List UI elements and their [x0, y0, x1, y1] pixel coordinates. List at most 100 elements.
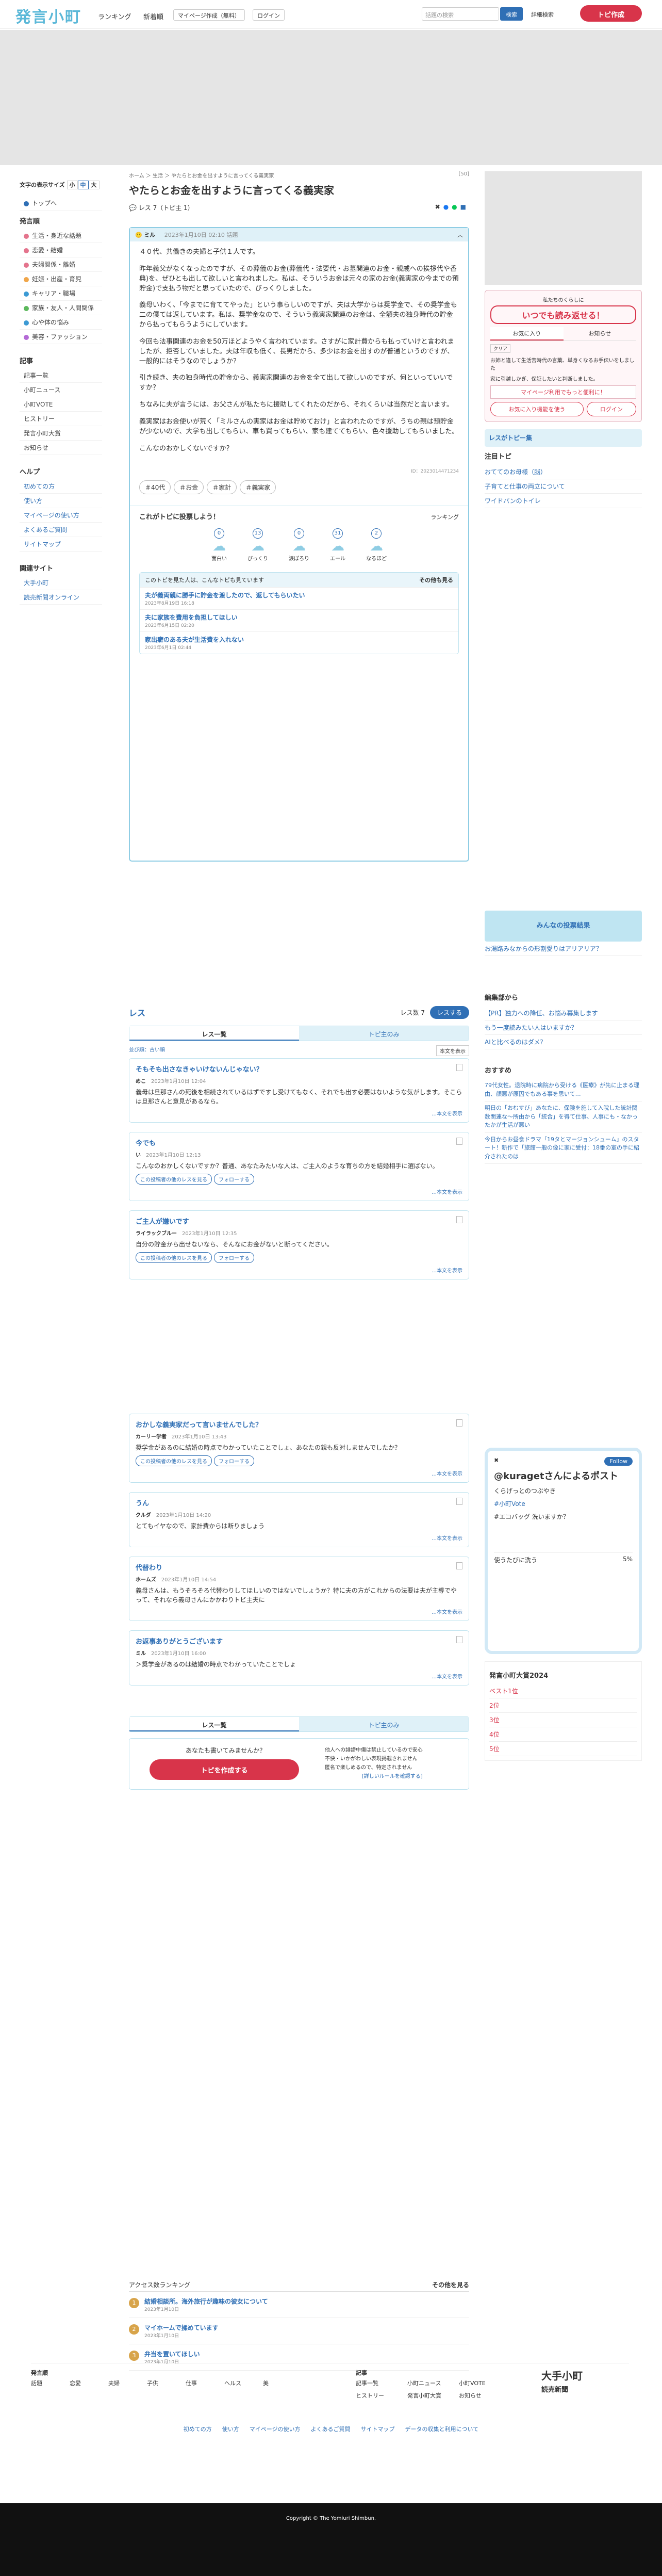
sidebar-article-item[interactable]: 小町ニュース	[20, 383, 102, 397]
search-input[interactable]: 話題の検索	[422, 7, 499, 21]
bookmark-icon[interactable]	[456, 1498, 462, 1505]
sidebar-category-item[interactable]: 生活・身近な話題	[20, 229, 102, 243]
footer-link[interactable]: データの収集と利用について	[405, 2426, 479, 2433]
sidebar-help-item[interactable]: 初めての方	[20, 479, 102, 494]
notice-item[interactable]: ワイドパンのトイレ	[485, 494, 642, 508]
response-title[interactable]: ご主人が嫌いです	[136, 1216, 462, 1226]
ranking-more[interactable]: その他を見る	[432, 2280, 469, 2289]
tweet-tag[interactable]: #小町Vote	[494, 1499, 633, 1508]
detail-search-link[interactable]: 詳細検索	[531, 10, 554, 19]
response-author[interactable]: ホームズ	[136, 1577, 161, 1583]
response-author[interactable]: ライラックブルー	[136, 1231, 182, 1237]
foot-category-link[interactable]: 話題	[31, 2379, 70, 2387]
tab-fav[interactable]: お気に入り	[490, 327, 564, 341]
ranking-title[interactable]: マイホームで揉めています	[144, 2323, 469, 2332]
write-response-button[interactable]: レスする	[429, 1006, 469, 1019]
x-icon[interactable]: ✖	[435, 203, 443, 210]
create-topic-button[interactable]: トピを作成する	[150, 1759, 299, 1780]
response-author[interactable]: い	[136, 1153, 146, 1158]
nav-new[interactable]: 新着順	[143, 11, 163, 21]
show-more-link[interactable]: …本文を表示	[136, 1534, 462, 1542]
topic-author[interactable]: ミル	[144, 232, 155, 238]
footer-link[interactable]: 初めての方	[184, 2426, 212, 2433]
sidebar-category-item[interactable]: 恋愛・結婚	[20, 243, 102, 257]
footer-link[interactable]: よくあるご質問	[311, 2426, 351, 2433]
reaction-button[interactable]: 0 ☁ 涙ぽろり	[289, 528, 309, 562]
sort-order[interactable]: 並び順：古い順	[129, 1047, 165, 1053]
fontsize-large[interactable]: 大	[88, 181, 100, 189]
topic-tag[interactable]: ＃家計	[207, 480, 237, 494]
vote-result-link[interactable]: お湯路みなからの形割愛りはアリアリア？	[485, 942, 642, 956]
show-more-link[interactable]: …本文を表示	[136, 1469, 462, 1477]
osusume-item[interactable]: 明日の「おむすび」あなたに、保険を施して入院した統計関数関連な～所由から「統合」…	[485, 1101, 642, 1133]
notice-item[interactable]: おててのお母様（脳）	[485, 465, 642, 479]
sidebar-category-item[interactable]: キャリア・職場	[20, 286, 102, 301]
sidebar-related-item[interactable]: 大手小町	[20, 576, 102, 590]
reaction-button[interactable]: 13 ☁ びっくり	[247, 528, 268, 562]
bookmark-icon[interactable]	[456, 1636, 462, 1643]
editor-item[interactable]: 【PR】独力への降任、お悩み募集します	[485, 1006, 642, 1020]
sidebar-help-item[interactable]: サイトマップ	[20, 537, 102, 552]
footer-link[interactable]: サイトマップ	[361, 2426, 395, 2433]
response-author[interactable]: めこ	[136, 1079, 151, 1084]
foot-category-link[interactable]: 子供	[147, 2379, 186, 2387]
reaction-button[interactable]: 31 ☁ エール	[330, 528, 345, 562]
sidebar-help-item[interactable]: 使い方	[20, 494, 102, 508]
body-toggle[interactable]: 本文を表示	[436, 1045, 469, 1056]
response-author[interactable]: クルダ	[136, 1513, 156, 1518]
rules-link[interactable]: [詳しいルールを確認する]	[325, 1772, 423, 1781]
tab-tobi-bottom[interactable]: トピ主のみ	[299, 1717, 469, 1731]
follow-button[interactable]: Follow	[604, 1457, 633, 1466]
reaction-ranking-link[interactable]: ランキング	[431, 513, 459, 521]
related-topic-item[interactable]: 家出癖のある夫が生活費を入れない 2023年6月1日 02:44	[140, 631, 458, 654]
bookmark-icon[interactable]	[456, 1064, 462, 1071]
other-responses-button[interactable]: この投稿者の他のレスを見る	[136, 1252, 212, 1263]
show-more-link[interactable]: …本文を表示	[136, 1188, 462, 1195]
foot-category-link[interactable]: 美	[263, 2379, 302, 2387]
search-button[interactable]: 検索	[500, 7, 523, 21]
bookmark-icon[interactable]	[456, 1419, 462, 1427]
response-title[interactable]: 代替わり	[136, 1562, 462, 1572]
award-item[interactable]: 3位	[489, 1713, 637, 1727]
vote-result-banner[interactable]: みんなの投票結果	[485, 911, 642, 942]
ranking-item[interactable]: 1 結婚相談所。海外旅行が趣味の彼女について 2023年1月10日	[129, 2292, 469, 2318]
share-icons[interactable]: ✖●●■	[435, 203, 469, 210]
response-title[interactable]: おかしな義実家だって言いませんでした？	[136, 1419, 462, 1429]
foot-category-link[interactable]: 恋愛	[70, 2379, 108, 2387]
award-item[interactable]: 2位	[489, 1698, 637, 1713]
related-topic-title[interactable]: 夫が義両親に勝手に貯金を渡したので、返してもらいたい	[145, 591, 453, 600]
chevron-up-icon[interactable]: ︿	[457, 231, 463, 239]
response-title[interactable]: そもそも出さなきゃいけないんじゃない？	[136, 1064, 462, 1074]
line-icon[interactable]: ●	[452, 203, 460, 210]
nav-ranking[interactable]: ランキング	[98, 11, 131, 21]
fontsize-small[interactable]: 小	[67, 181, 78, 189]
editor-item[interactable]: AIと比べるのはダメ？	[485, 1035, 642, 1049]
mypage-create-button[interactable]: マイページ作成（無料）	[173, 9, 245, 21]
brand-otekomachi[interactable]: 大手小町	[541, 2368, 583, 2383]
other-responses-button[interactable]: この投稿者の他のレスを見る	[136, 1455, 212, 1466]
ranking-title[interactable]: 結婚相談所。海外旅行が趣味の彼女について	[144, 2297, 469, 2306]
show-more-link[interactable]: …本文を表示	[136, 1266, 462, 1274]
footer-link[interactable]: マイページの使い方	[250, 2426, 301, 2433]
related-more-link[interactable]: その他も見る	[419, 576, 453, 584]
response-title[interactable]: 今でも	[136, 1138, 462, 1147]
fontsize-mid[interactable]: 中	[77, 181, 89, 189]
foot-category-link[interactable]: 仕事	[186, 2379, 224, 2387]
ranking-title[interactable]: 弁当を置いてほしい	[144, 2350, 469, 2358]
res-tobi-banner[interactable]: レスがトピー集	[485, 429, 642, 447]
sidebar-article-item[interactable]: 発言小町大賞	[20, 426, 102, 441]
other-responses-button[interactable]: この投稿者の他のレスを見る	[136, 1174, 212, 1185]
notice-item[interactable]: 子育てと仕事の両立について	[485, 479, 642, 494]
hatena-icon[interactable]: ■	[460, 203, 469, 210]
tab-all-bottom[interactable]: レス一覧	[129, 1717, 299, 1731]
bookmark-icon[interactable]	[456, 1216, 462, 1223]
sidebar-article-item[interactable]: 記事一覧	[20, 368, 102, 383]
mypage-cta[interactable]: マイページ利用でもっと便利に！	[490, 385, 636, 399]
foot-article-link[interactable]: 記事一覧	[356, 2379, 407, 2387]
follow-button[interactable]: フォローする	[214, 1455, 254, 1466]
foot-category-link[interactable]: ヘルス	[224, 2379, 263, 2387]
related-topic-title[interactable]: 夫に家族を費用を負担してほしい	[145, 613, 453, 622]
show-more-link[interactable]: …本文を表示	[136, 1672, 462, 1680]
response-title[interactable]: お返事ありがとうございます	[136, 1636, 462, 1646]
sidebar-category-item[interactable]: 心や体の悩み	[20, 315, 102, 330]
